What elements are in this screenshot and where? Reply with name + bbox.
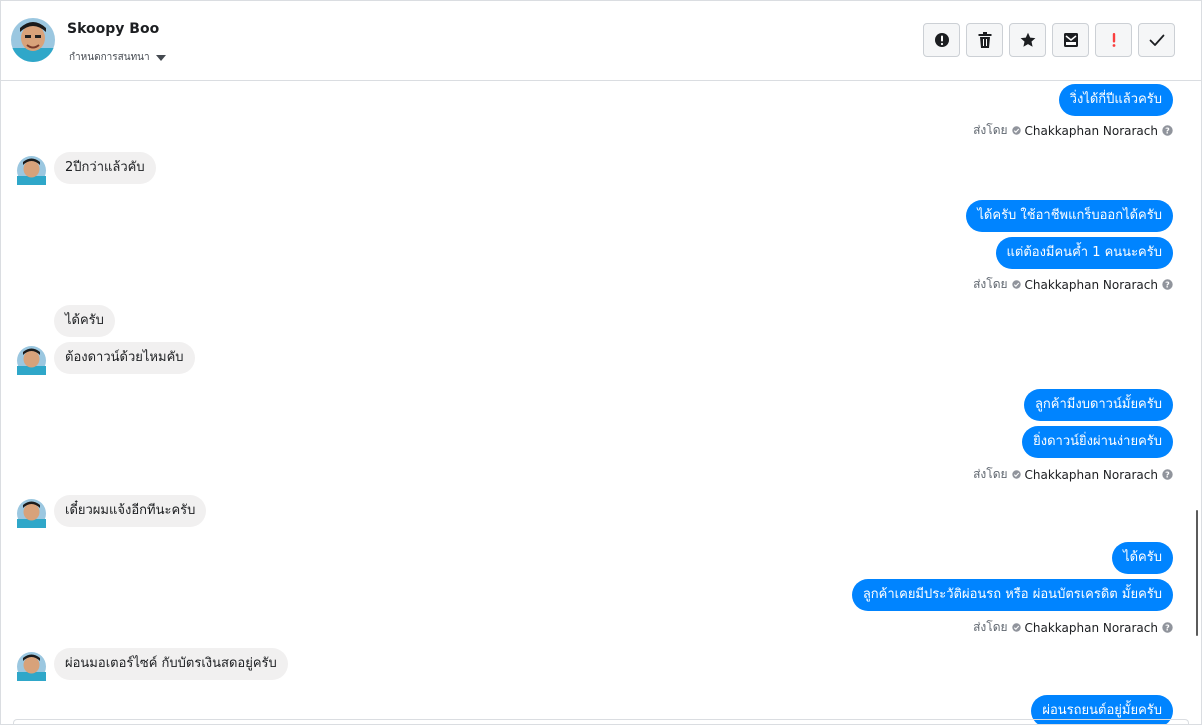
contact-avatar: [17, 346, 46, 375]
agent-check-icon: [1011, 623, 1021, 632]
mark-spam-button[interactable]: [923, 23, 960, 57]
outgoing-message: วิ่งได้กี่ปีแล้วครับ: [1058, 84, 1173, 116]
help-icon[interactable]: ?: [1162, 622, 1173, 633]
svg-text:?: ?: [1165, 127, 1170, 136]
contact-avatar[interactable]: [11, 18, 55, 62]
exclamation-icon: [1112, 33, 1115, 47]
sent-by-info: ส่งโดย Chakkaphan Norarach ?: [973, 618, 1173, 637]
sent-by-prefix: ส่งโดย: [973, 620, 1008, 634]
contact-avatar: [17, 499, 46, 528]
assign-conversation-label: กำหนดการสนทนา: [69, 52, 150, 63]
incoming-message: ได้ครับ: [54, 305, 115, 337]
check-icon: [1149, 34, 1164, 46]
sent-by-prefix: ส่งโดย: [973, 123, 1008, 137]
message-list-scrollbar[interactable]: [1196, 510, 1198, 636]
sent-by-info: ส่งโดย Chakkaphan Norarach ?: [973, 465, 1173, 484]
outgoing-message: ได้ครับ: [1112, 542, 1173, 574]
outgoing-message: ลูกค้าเคยมีประวัติผ่อนรถ หรือ ผ่อนบัตรเค…: [851, 579, 1173, 611]
star-icon: [1020, 32, 1035, 47]
outgoing-message: ลูกค้ามีงบดาวน์มั้ยครับ: [1023, 389, 1173, 421]
sent-by-agent[interactable]: Chakkaphan Norarach: [1025, 468, 1158, 482]
caret-down-icon: [155, 54, 166, 61]
outgoing-message: ยิ่งดาวน์ยิ่งผ่านง่ายครับ: [1022, 426, 1173, 458]
sent-by-prefix: ส่งโดย: [973, 277, 1008, 291]
contact-avatar: [17, 156, 46, 185]
sent-by-info: ส่งโดย Chakkaphan Norarach ?: [973, 275, 1173, 294]
incoming-message: ผ่อนมอเตอร์ไซค์ กับบัตรเงินสดอยู่ครับ: [54, 648, 288, 680]
alert-circle-icon: [934, 33, 949, 47]
sent-by-info: ส่งโดย Chakkaphan Norarach ?: [973, 121, 1173, 140]
help-icon[interactable]: ?: [1162, 125, 1173, 136]
agent-check-icon: [1011, 280, 1021, 289]
svg-text:?: ?: [1165, 471, 1170, 480]
message-list[interactable]: วิ่งได้กี่ปีแล้วครับ ส่งโดย Chakkaphan N…: [1, 81, 1201, 724]
chat-window: Skoopy Boo กำหนดการสนทนา วิ่งได้กี่ปีแล้…: [0, 0, 1202, 725]
agent-check-icon: [1011, 470, 1021, 479]
outgoing-message: ได้ครับ ใช้อาชีพแกร็บออกได้ครับ: [966, 200, 1173, 232]
incoming-message: ต้องดาวน์ด้วยไหมคับ: [54, 342, 195, 374]
agent-check-icon: [1011, 126, 1021, 135]
assign-conversation-dropdown[interactable]: กำหนดการสนทนา: [69, 50, 166, 65]
conversation-toolbar: [923, 23, 1175, 57]
star-button[interactable]: [1009, 23, 1046, 57]
sent-by-agent[interactable]: Chakkaphan Norarach: [1025, 124, 1158, 138]
mark-important-button[interactable]: [1095, 23, 1132, 57]
sent-by-agent[interactable]: Chakkaphan Norarach: [1025, 621, 1158, 635]
help-icon[interactable]: ?: [1162, 279, 1173, 290]
delete-button[interactable]: [966, 23, 1003, 57]
composer-edge: [13, 719, 1189, 724]
sent-by-prefix: ส่งโดย: [973, 467, 1008, 481]
mark-unread-button[interactable]: [1052, 23, 1089, 57]
contact-avatar: [17, 652, 46, 681]
help-icon[interactable]: ?: [1162, 469, 1173, 480]
conversation-header: Skoopy Boo กำหนดการสนทนา: [1, 1, 1201, 81]
svg-text:?: ?: [1165, 281, 1170, 290]
trash-icon: [978, 32, 991, 48]
mark-done-button[interactable]: [1138, 23, 1175, 57]
svg-text:?: ?: [1165, 624, 1170, 633]
contact-name: Skoopy Boo: [67, 21, 160, 37]
incoming-message: เดี๋ยวผมแจ้งอีกทีนะครับ: [54, 495, 207, 527]
incoming-message: 2ปีกว่าแล้วคับ: [54, 152, 156, 184]
outgoing-message: แต่ต้องมีคนค้ำ 1 คนนะครับ: [995, 237, 1173, 269]
mark-unread-icon: [1063, 33, 1078, 47]
sent-by-agent[interactable]: Chakkaphan Norarach: [1025, 278, 1158, 292]
